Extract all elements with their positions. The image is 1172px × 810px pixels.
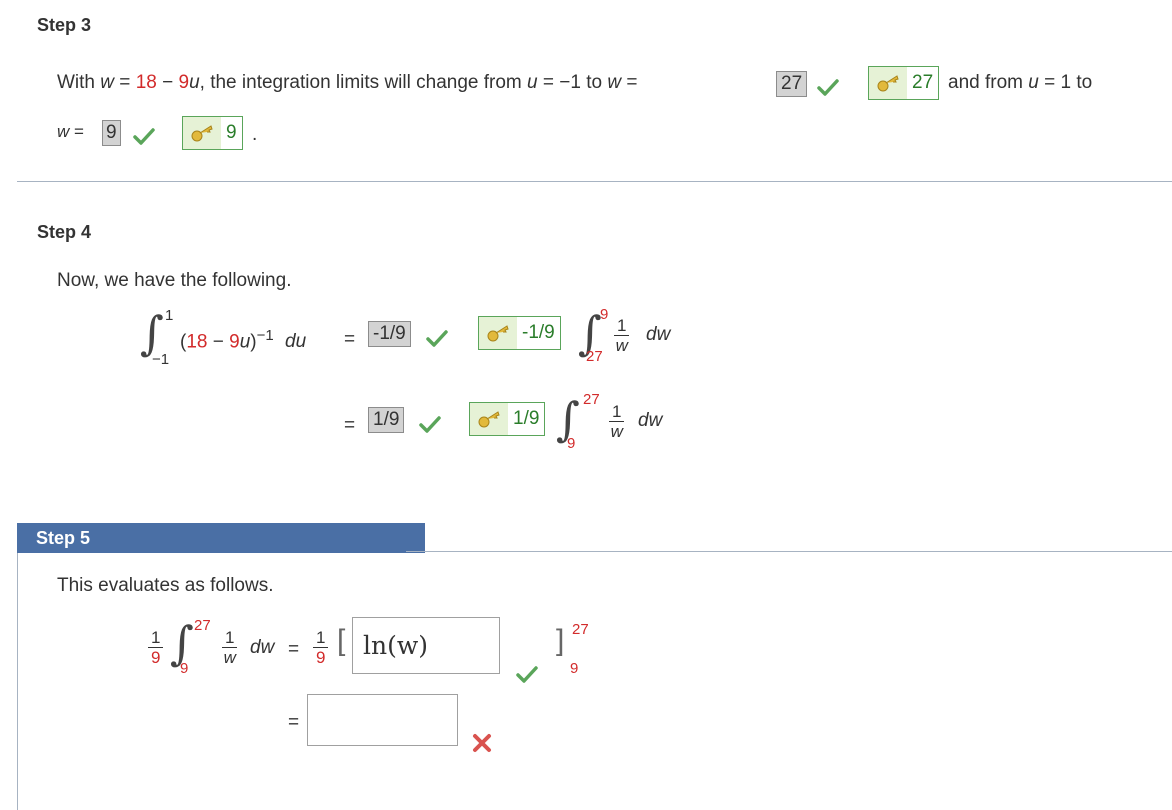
- key-icon: [869, 67, 907, 99]
- var-u: u: [189, 72, 200, 93]
- frac-den: w: [615, 336, 628, 355]
- sentence-middle: , the integration limits will change fro…: [199, 72, 522, 93]
- upper-limit: 27: [194, 617, 211, 634]
- integrand: (18 − 9u)−1 du: [180, 327, 307, 353]
- key-answer-1-9[interactable]: 1/9: [469, 402, 546, 436]
- key-value: 27: [912, 72, 934, 93]
- num-9: 9: [178, 72, 190, 93]
- num-18: 18: [135, 72, 157, 93]
- num-9: 9: [229, 331, 240, 353]
- u-eq-1-to: = 1 to: [1044, 72, 1093, 93]
- eq-sign: =: [288, 639, 300, 660]
- key-answer-neg1-9[interactable]: -1/9: [478, 316, 561, 350]
- coefficient-1-9: 1 9: [313, 628, 329, 667]
- var-w-3: w: [57, 122, 70, 141]
- exponent: −1: [256, 327, 274, 344]
- upper-limit: 27: [583, 391, 600, 408]
- coef-num: 1: [148, 628, 164, 648]
- period: .: [252, 124, 258, 145]
- lower-limit: −1: [152, 351, 170, 368]
- eq-sign-2: =: [626, 72, 638, 93]
- eq-sign: =: [288, 712, 300, 733]
- dw: dw: [646, 324, 671, 345]
- frac-num: 1: [222, 628, 238, 648]
- lower-limit: 9: [567, 435, 576, 452]
- var-u-3: u: [1028, 72, 1039, 93]
- var-u: u: [239, 331, 251, 353]
- answer-box-1-9[interactable]: 1/9: [368, 407, 405, 433]
- lower-limit: 27: [586, 348, 603, 365]
- var-w-2: w: [607, 72, 622, 93]
- integral-sign: ∫: [140, 306, 164, 360]
- lower-limit: 9: [180, 660, 189, 677]
- bracket-upper: 27: [572, 621, 589, 638]
- eq-sign: =: [119, 72, 131, 93]
- answer-box-9[interactable]: 9: [102, 120, 121, 146]
- coefficient-1-9: 1 9: [148, 628, 164, 667]
- key-answer-27[interactable]: 27: [868, 66, 940, 100]
- key-icon: [470, 403, 508, 435]
- coef-num: 1: [313, 628, 329, 648]
- divider: [17, 181, 1172, 182]
- dw: dw: [250, 637, 275, 658]
- step4-title: Step 4: [37, 222, 92, 242]
- answer-box-neg1-9[interactable]: -1/9: [368, 321, 411, 347]
- step5-header-line: [406, 551, 1172, 552]
- final-answer-input[interactable]: [307, 694, 458, 746]
- frac-num: 1: [609, 402, 625, 422]
- upper-limit: 1: [165, 307, 174, 324]
- coef-den: 9: [151, 648, 161, 667]
- antiderivative-input[interactable]: ln(w): [352, 617, 500, 674]
- checkmark-icon: [419, 416, 441, 433]
- and-from-text: and from u = 1 to: [948, 72, 1092, 94]
- coef-den: 9: [316, 648, 326, 667]
- cross-icon: [473, 734, 491, 752]
- right-bracket: ]: [556, 624, 565, 657]
- checkmark-icon: [516, 666, 538, 683]
- num-18: 18: [186, 331, 208, 353]
- w-equals-line2: w =: [57, 122, 84, 142]
- frac-den: w: [223, 648, 236, 667]
- step5-intro: This evaluates as follows.: [57, 575, 274, 596]
- frac-den: w: [610, 422, 623, 441]
- key-icon: [183, 117, 221, 149]
- minus-sign: −: [162, 72, 174, 93]
- key-icon: [479, 317, 517, 349]
- upper-limit: 9: [600, 306, 609, 323]
- eq-sign: =: [344, 329, 356, 350]
- eq-sign-3: =: [74, 122, 84, 141]
- fraction-1-over-w: 1 w: [614, 316, 630, 355]
- u-eq-neg1-text: = −1 to: [542, 72, 603, 93]
- step5-title: Step 5: [17, 523, 425, 553]
- left-bracket: [: [337, 624, 346, 657]
- var-u-2: u: [527, 72, 538, 93]
- key-value: 1/9: [513, 408, 540, 429]
- bracket-lower: 9: [570, 660, 579, 677]
- frac-num: 1: [614, 316, 630, 336]
- step3-sentence-line1: With w = 18 − 9u, the integration limits…: [57, 72, 637, 94]
- eq-sign: =: [344, 415, 356, 436]
- var-w: w: [100, 72, 115, 93]
- text-with: With: [57, 72, 95, 93]
- step5-frame: [17, 553, 18, 810]
- checkmark-icon: [133, 128, 155, 145]
- du: du: [285, 331, 307, 353]
- key-value: 9: [226, 122, 237, 143]
- checkmark-icon: [817, 79, 839, 96]
- fraction-1-over-w: 1 w: [609, 402, 625, 441]
- step4-intro: Now, we have the following.: [57, 270, 292, 291]
- step3-title: Step 3: [37, 15, 92, 35]
- and-from: and from: [948, 72, 1023, 93]
- key-answer-9[interactable]: 9: [182, 116, 243, 150]
- dw: dw: [638, 410, 663, 431]
- fraction-1-over-w: 1 w: [222, 628, 238, 667]
- key-value: -1/9: [522, 322, 555, 343]
- checkmark-icon: [426, 330, 448, 347]
- answer-box-27[interactable]: 27: [776, 71, 808, 97]
